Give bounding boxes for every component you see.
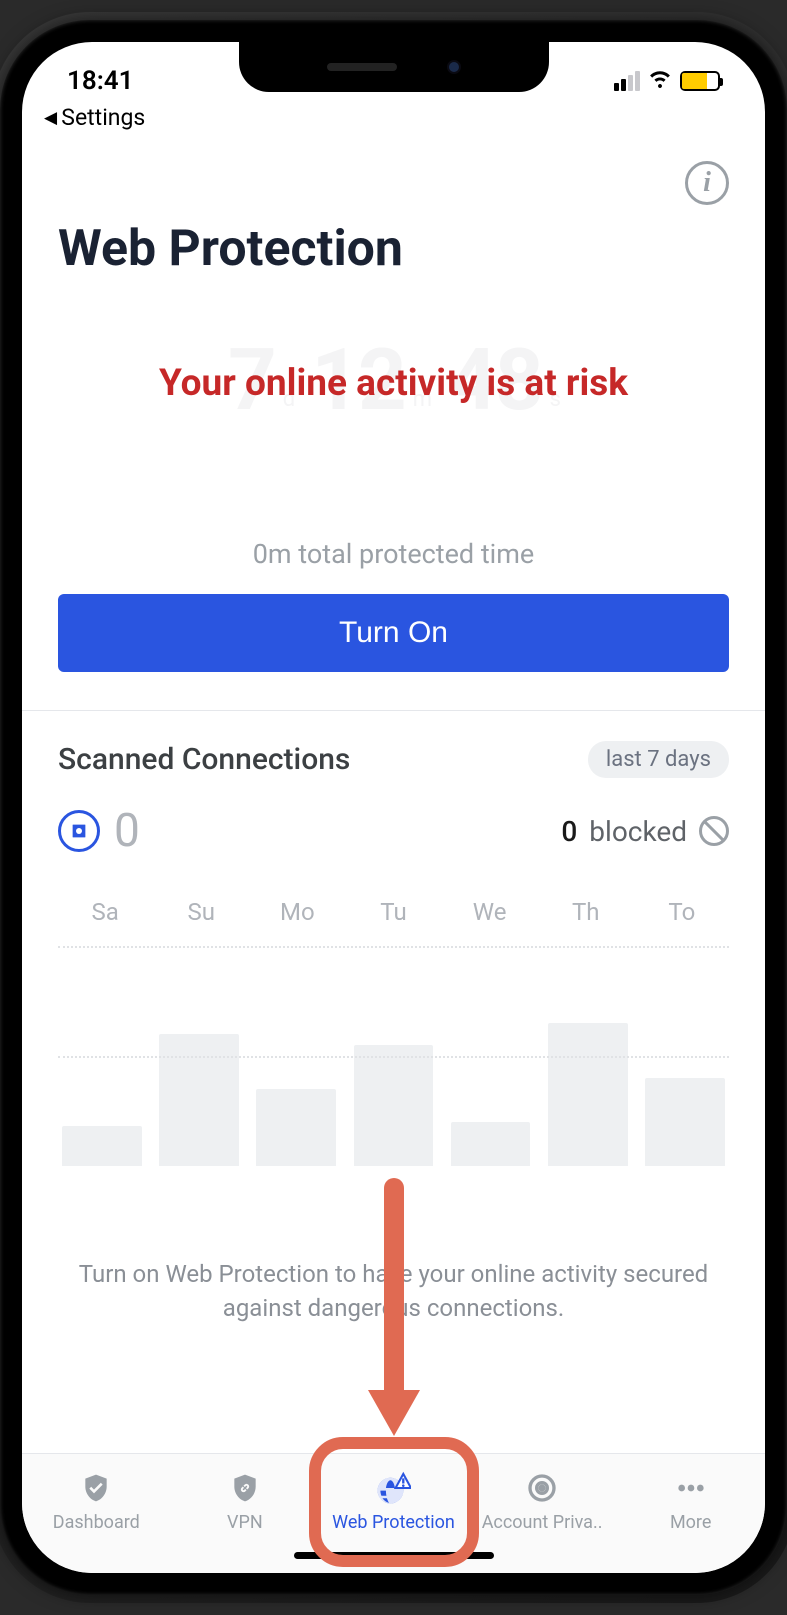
risk-message: Your online activity is at risk: [58, 338, 729, 405]
battery-icon: [680, 71, 720, 91]
more-dots-icon: [673, 1470, 709, 1506]
chart-bar: [159, 1034, 239, 1166]
chart-day-label: We: [447, 898, 533, 926]
timeframe-chip[interactable]: last 7 days: [588, 741, 729, 778]
tab-dashboard[interactable]: Dashboard: [26, 1470, 167, 1533]
protected-time: 0m total protected time: [58, 538, 729, 570]
chart-bar: [354, 1045, 434, 1166]
chart-bar: [645, 1078, 725, 1166]
globe-alert-icon: [375, 1470, 411, 1506]
chart-day-label: Tu: [350, 898, 436, 926]
back-to-settings[interactable]: Settings: [22, 102, 765, 131]
connections-chart: Sa Su Mo Tu We Th To: [58, 898, 729, 1198]
blocked-count: 0: [561, 815, 577, 848]
blocked-label: blocked: [589, 815, 687, 848]
home-indicator[interactable]: [294, 1552, 494, 1559]
page-title: Web Protection: [58, 220, 729, 278]
info-icon[interactable]: i: [685, 161, 729, 205]
hint-text: Turn on Web Protection to have your onli…: [58, 1258, 729, 1325]
chart-bar: [548, 1023, 628, 1166]
chart-bar: [62, 1126, 142, 1166]
chart-day-label: Su: [158, 898, 244, 926]
link-shield-icon: [227, 1470, 263, 1506]
cellular-signal-icon: [614, 71, 640, 91]
block-icon: [699, 816, 729, 846]
chart-bar: [451, 1122, 531, 1166]
scanned-count: 0: [114, 804, 140, 858]
chart-bar: [256, 1089, 336, 1166]
tab-more[interactable]: More: [620, 1470, 761, 1533]
divider: [22, 710, 765, 711]
chart-day-label: Sa: [62, 898, 148, 926]
tab-vpn[interactable]: VPN: [174, 1470, 315, 1533]
status-time: 18:41: [67, 66, 134, 96]
wifi-icon: [648, 66, 672, 97]
tab-account-privacy[interactable]: Account Priva..: [472, 1470, 613, 1533]
chart-day-label: Th: [543, 898, 629, 926]
shield-check-icon: [78, 1470, 114, 1506]
scanned-connections-title: Scanned Connections: [58, 742, 350, 777]
chart-day-label: Mo: [254, 898, 340, 926]
tab-web-protection[interactable]: Web Protection: [323, 1470, 464, 1533]
target-icon: [524, 1470, 560, 1506]
chart-day-label: To: [639, 898, 725, 926]
compass-icon: [58, 810, 100, 852]
turn-on-button[interactable]: Turn On: [58, 594, 729, 672]
